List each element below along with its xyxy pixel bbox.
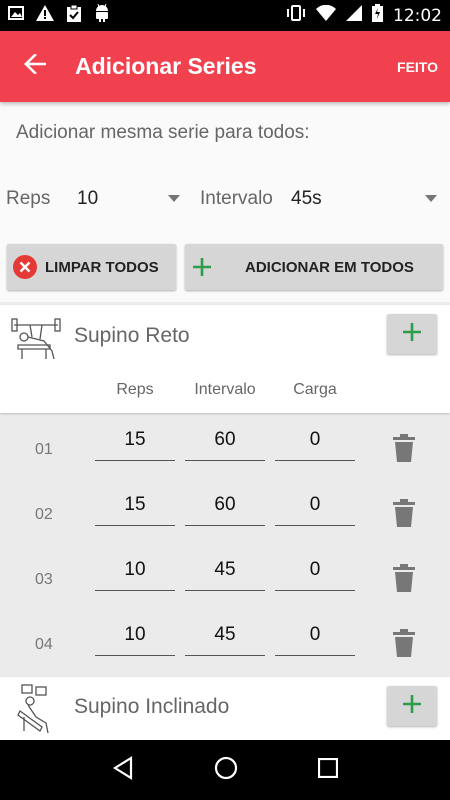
dropdown-arrow-icon (425, 195, 437, 202)
warning-icon (36, 5, 54, 26)
bulk-reps-label: Reps (6, 188, 51, 209)
nav-back-icon[interactable] (112, 755, 134, 785)
exercise-card: Supino Inclinado (0, 677, 450, 740)
reps-field[interactable]: 10 (95, 616, 175, 656)
set-number: 01 (35, 441, 53, 458)
add-set-button[interactable] (387, 686, 437, 726)
clock-time: 12:02 (393, 5, 442, 26)
plus-icon (402, 322, 422, 347)
set-number: 04 (35, 636, 53, 653)
reps-field[interactable]: 15 (95, 421, 175, 461)
dropdown-arrow-icon (168, 195, 180, 202)
exercise-name: Supino Inclinado (74, 695, 230, 718)
interval-field[interactable]: 60 (185, 421, 265, 461)
arrow-back-icon (24, 53, 47, 79)
wifi-icon (316, 4, 336, 26)
android-icon (94, 3, 110, 27)
delete-icon[interactable] (393, 499, 415, 532)
load-field[interactable]: 0 (275, 421, 355, 461)
add-set-button[interactable] (387, 314, 437, 354)
bulk-reps-value: 10 (77, 188, 99, 209)
clear-all-label: LIMPAR TODOS (45, 258, 159, 276)
column-header-interval: Intervalo (194, 381, 256, 398)
plus-icon (192, 257, 212, 277)
reps-field[interactable]: 10 (95, 551, 175, 591)
app-bar: Adicionar Series FEITO (0, 31, 450, 102)
nav-recents-icon[interactable] (317, 757, 339, 783)
exercise-name: Supino Reto (74, 324, 190, 347)
add-all-button[interactable]: ADICIONAR EM TODOS (185, 244, 443, 290)
battery-icon (372, 4, 383, 27)
set-row: 03 10 45 0 (0, 551, 450, 616)
exercise-illustration-icon (14, 683, 58, 740)
bulk-reps-spinner[interactable]: 10 (70, 180, 190, 216)
reps-field[interactable]: 15 (95, 486, 175, 526)
back-button[interactable] (0, 31, 70, 102)
navigation-bar (0, 740, 450, 800)
clear-all-button[interactable]: LIMPAR TODOS (7, 244, 176, 290)
bulk-interval-spinner[interactable]: 45s (284, 180, 444, 216)
column-header-reps: Reps (116, 381, 154, 398)
set-number: 02 (35, 506, 53, 523)
set-row: 04 10 45 0 (0, 616, 450, 681)
clear-icon (13, 255, 37, 279)
clipboard-check-icon (66, 4, 82, 27)
exercise-illustration-icon (10, 315, 62, 366)
nav-home-icon[interactable] (214, 756, 238, 785)
set-row: 01 15 60 0 (0, 421, 450, 486)
interval-field[interactable]: 45 (185, 616, 265, 656)
plus-icon (402, 694, 422, 719)
interval-field[interactable]: 60 (185, 486, 265, 526)
column-header-load: Carga (293, 381, 337, 398)
bulk-interval-value: 45s (291, 188, 322, 209)
page-title: Adicionar Series (75, 53, 257, 79)
load-field[interactable]: 0 (275, 551, 355, 591)
interval-field[interactable]: 45 (185, 551, 265, 591)
image-icon (8, 6, 24, 25)
add-all-label: ADICIONAR EM TODOS (245, 258, 414, 276)
vibrate-icon (286, 5, 306, 26)
load-field[interactable]: 0 (275, 616, 355, 656)
done-button[interactable]: FEITO (397, 59, 438, 75)
set-row: 02 15 60 0 (0, 486, 450, 551)
delete-icon[interactable] (393, 564, 415, 597)
set-number: 03 (35, 571, 53, 588)
load-field[interactable]: 0 (275, 486, 355, 526)
status-bar: 12:02 (0, 0, 450, 31)
delete-icon[interactable] (393, 434, 415, 467)
bulk-add-heading: Adicionar mesma serie para todos: (16, 122, 310, 143)
signal-icon (346, 5, 362, 26)
delete-icon[interactable] (393, 629, 415, 662)
bulk-interval-label: Intervalo (200, 188, 273, 209)
